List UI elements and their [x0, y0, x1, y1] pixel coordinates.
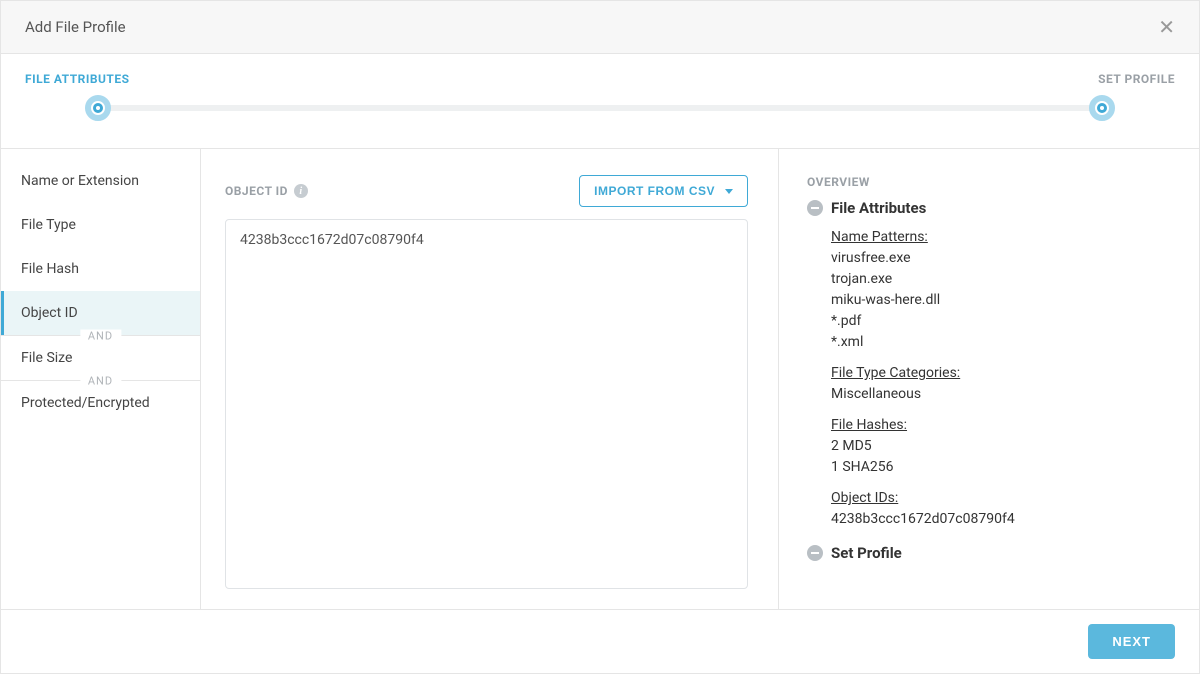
sidebar-item-label: File Type: [21, 217, 76, 233]
collapse-icon: [807, 545, 823, 561]
overview-value: *.pdf: [831, 311, 1169, 332]
overview-sub-label: Object IDs:: [831, 488, 1169, 509]
field-label-text: OBJECT ID: [225, 184, 288, 198]
info-icon[interactable]: i: [294, 184, 308, 198]
chevron-down-icon: [725, 189, 733, 194]
sidebar-item-file-hash[interactable]: File Hash: [1, 247, 200, 291]
overview-panel: OVERVIEW File Attributes Name Patterns: …: [779, 149, 1199, 609]
main-head: OBJECT ID i IMPORT FROM CSV: [225, 175, 748, 207]
import-from-csv-button[interactable]: IMPORT FROM CSV: [579, 175, 748, 207]
overview-file-hashes: File Hashes: 2 MD5 1 SHA256: [831, 415, 1169, 478]
next-button[interactable]: NEXT: [1088, 624, 1175, 659]
sidebar-item-protected-encrypted[interactable]: Protected/Encrypted: [1, 381, 200, 425]
overview-value: 4238b3ccc1672d07c08790f4: [831, 509, 1169, 530]
object-id-label: OBJECT ID i: [225, 184, 308, 198]
modal-header: Add File Profile ✕: [1, 1, 1199, 54]
overview-value: Miscellaneous: [831, 384, 1169, 405]
step-labels: FILE ATTRIBUTES SET PROFILE: [25, 72, 1175, 86]
overview-section-set-profile[interactable]: Set Profile: [807, 544, 1169, 562]
sidebar-item-label: Protected/Encrypted: [21, 395, 150, 411]
modal-title: Add File Profile: [25, 18, 126, 36]
overview-section-label: Set Profile: [831, 544, 902, 562]
wizard-stepper: FILE ATTRIBUTES SET PROFILE: [1, 54, 1199, 149]
sidebar-item-label: Object ID: [21, 305, 78, 321]
attribute-sidebar: Name or Extension File Type File Hash Ob…: [1, 149, 201, 609]
overview-sub-label: Name Patterns:: [831, 227, 1169, 248]
overview-sub-label: File Type Categories:: [831, 363, 1169, 384]
step-line: [103, 105, 1097, 111]
sidebar-item-label: File Hash: [21, 261, 79, 277]
overview-title: OVERVIEW: [807, 175, 1169, 189]
overview-name-patterns: Name Patterns: virusfree.exe trojan.exe …: [831, 227, 1169, 353]
step-dot-file-attributes[interactable]: [85, 95, 111, 121]
object-id-textarea[interactable]: [225, 219, 748, 589]
overview-section-label: File Attributes: [831, 199, 926, 217]
sidebar-item-label: File Size: [21, 350, 72, 366]
overview-value: 2 MD5: [831, 436, 1169, 457]
overview-section-file-attributes[interactable]: File Attributes: [807, 199, 1169, 217]
sidebar-item-label: Name or Extension: [21, 173, 139, 189]
collapse-icon: [807, 200, 823, 216]
overview-file-type: File Type Categories: Miscellaneous: [831, 363, 1169, 405]
close-icon[interactable]: ✕: [1158, 17, 1175, 37]
add-file-profile-modal: Add File Profile ✕ FILE ATTRIBUTES SET P…: [0, 0, 1200, 674]
sidebar-item-name-extension[interactable]: Name or Extension: [1, 159, 200, 203]
modal-footer: NEXT: [1, 609, 1199, 673]
overview-value: trojan.exe: [831, 269, 1169, 290]
overview-object-ids: Object IDs: 4238b3ccc1672d07c08790f4: [831, 488, 1169, 530]
step-set-profile-label: SET PROFILE: [1098, 72, 1175, 86]
step-dot-set-profile[interactable]: [1089, 95, 1115, 121]
import-button-label: IMPORT FROM CSV: [594, 184, 715, 198]
overview-value: 1 SHA256: [831, 457, 1169, 478]
overview-value: virusfree.exe: [831, 248, 1169, 269]
modal-body: Name or Extension File Type File Hash Ob…: [1, 149, 1199, 609]
overview-value: *.xml: [831, 332, 1169, 353]
overview-sub-label: File Hashes:: [831, 415, 1169, 436]
overview-value: miku-was-here.dll: [831, 290, 1169, 311]
main-panel: OBJECT ID i IMPORT FROM CSV: [201, 149, 779, 609]
step-track: [25, 92, 1175, 124]
sidebar-item-file-type[interactable]: File Type: [1, 203, 200, 247]
step-file-attributes-label: FILE ATTRIBUTES: [25, 72, 129, 86]
